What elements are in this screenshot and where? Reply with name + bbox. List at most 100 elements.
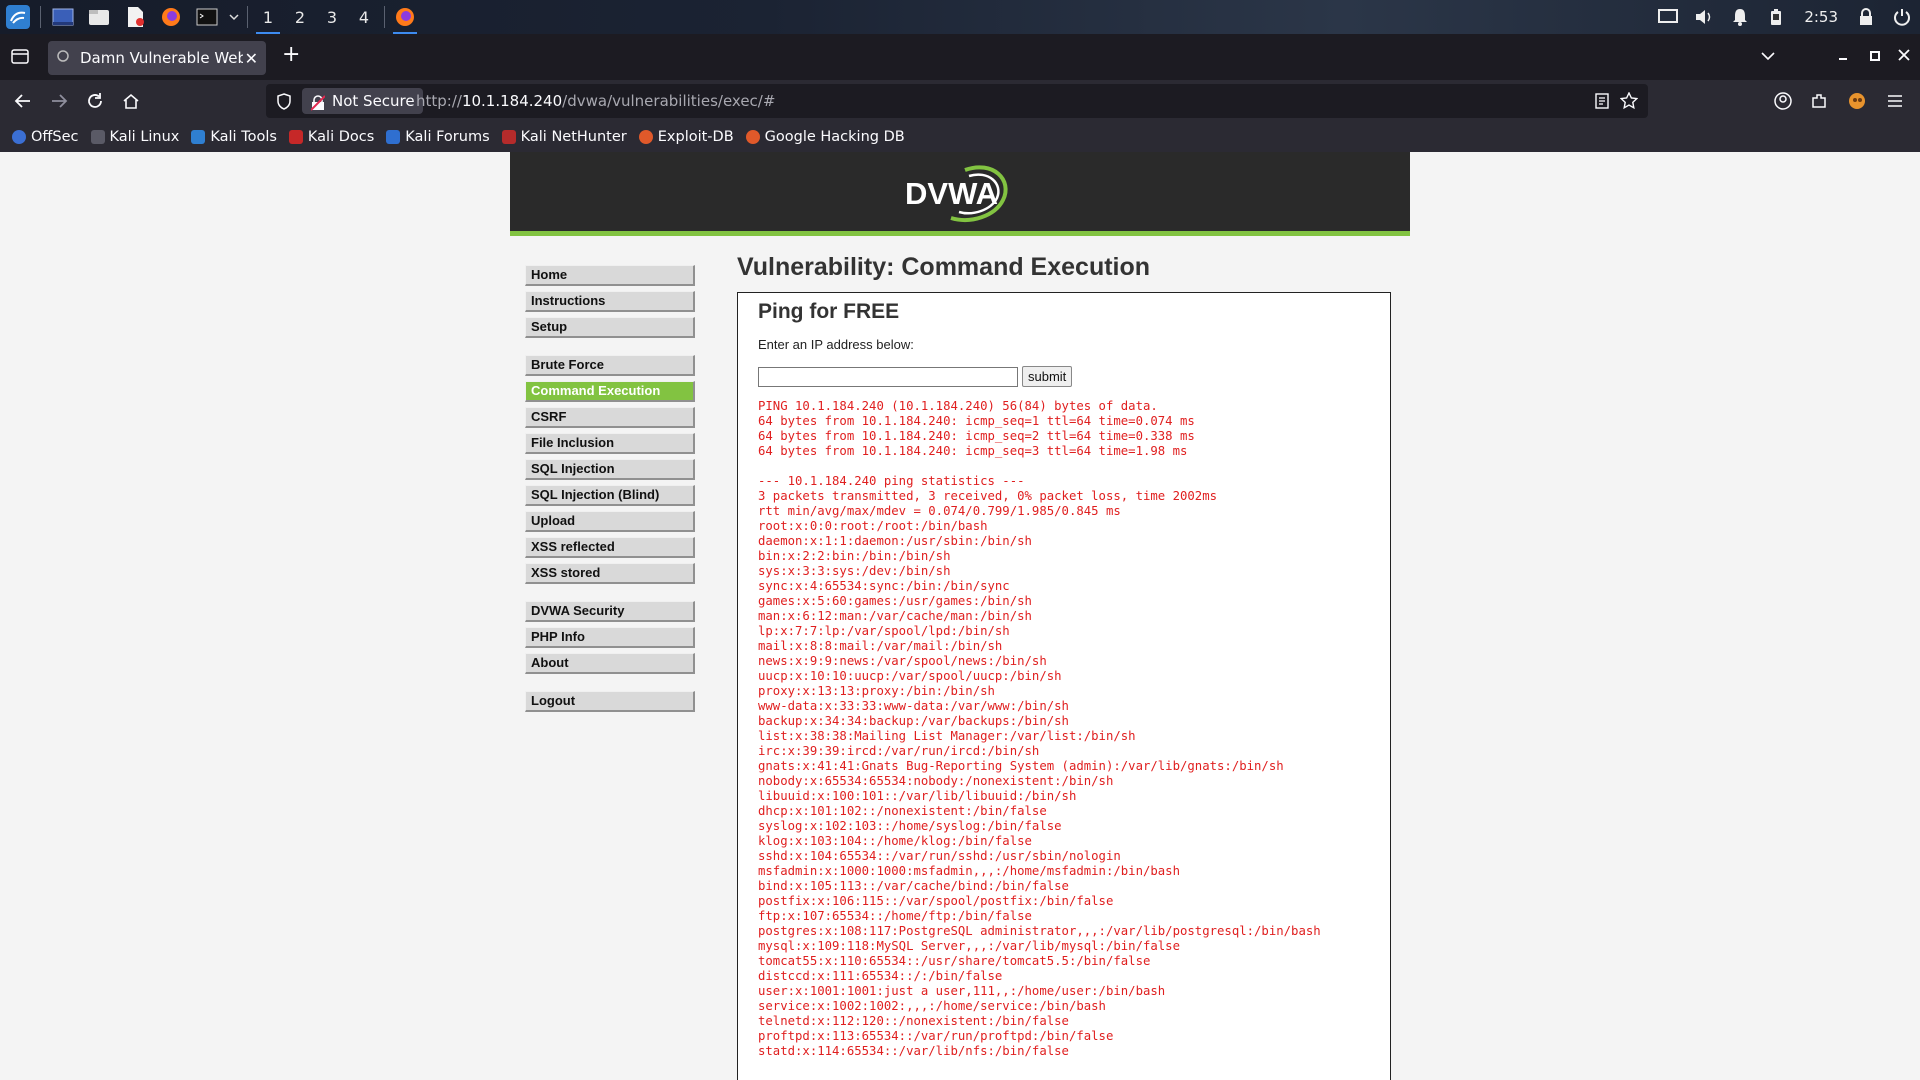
new-tab-icon[interactable]: + xyxy=(282,44,300,66)
terminal-icon[interactable] xyxy=(189,0,225,34)
tab-overview-icon[interactable] xyxy=(10,47,30,69)
bookmark-kali-tools[interactable]: Kali Tools xyxy=(191,129,277,145)
tab-dvwa[interactable]: Damn Vulnerable Web Ap ✕ xyxy=(48,41,266,75)
bookmark-label: Kali Forums xyxy=(405,129,490,145)
menu-item-csrf[interactable]: CSRF xyxy=(525,407,695,428)
bookmark-offsec[interactable]: OffSec xyxy=(12,129,79,145)
tab-favicon-icon xyxy=(56,49,70,67)
page-title: Vulnerability: Command Execution xyxy=(737,253,1151,281)
home-icon[interactable] xyxy=(117,87,145,115)
menu-item-command-execution[interactable]: Command Execution xyxy=(525,381,695,402)
url-path: /dvwa/vulnerabilities/exec/# xyxy=(562,92,776,110)
battery-icon[interactable] xyxy=(1758,0,1794,34)
dvwa-header: DVWA xyxy=(510,152,1410,236)
menu-item-sql-injection[interactable]: SQL Injection xyxy=(525,459,695,480)
submit-button[interactable]: submit xyxy=(1022,366,1073,387)
file-manager-icon[interactable] xyxy=(81,0,117,34)
clock[interactable]: 2:53 xyxy=(1794,8,1848,26)
url-host: 10.1.184.240 xyxy=(461,92,563,110)
back-arrow-icon[interactable] xyxy=(9,87,37,115)
menu-item-home[interactable]: Home xyxy=(525,265,695,286)
notifications-icon[interactable] xyxy=(1722,0,1758,34)
bookmark-kali-forums[interactable]: Kali Forums xyxy=(386,129,490,145)
svg-text:DVWA: DVWA xyxy=(905,176,998,211)
list-all-tabs-icon[interactable] xyxy=(1761,47,1775,65)
menu-item-upload[interactable]: Upload xyxy=(525,511,695,532)
menu-item-file-inclusion[interactable]: File Inclusion xyxy=(525,433,695,454)
bookmarks-toolbar: OffSec Kali Linux Kali Tools Kali Docs K… xyxy=(0,122,1920,152)
command-output: PING 10.1.184.240 (10.1.184.240) 56(84) … xyxy=(758,399,1321,1058)
tracking-protection-shield-icon[interactable] xyxy=(276,93,292,114)
dvwa-main-body: Vulnerability: Command Execution Ping fo… xyxy=(737,252,1393,1080)
menu-item-php-info[interactable]: PHP Info xyxy=(525,627,695,648)
bookmark-kali-linux[interactable]: Kali Linux xyxy=(90,129,180,145)
lock-screen-icon[interactable] xyxy=(1848,0,1884,34)
offsec-icon xyxy=(12,130,26,144)
bookmark-star-icon[interactable] xyxy=(1619,91,1639,114)
reload-icon[interactable] xyxy=(81,87,109,115)
kali-tools-icon xyxy=(191,130,206,144)
reader-view-icon[interactable] xyxy=(1594,93,1610,113)
hamburger-menu-icon[interactable] xyxy=(1881,87,1909,115)
text-editor-icon[interactable] xyxy=(117,0,153,34)
maximize-window-icon[interactable] xyxy=(1870,47,1880,65)
kali-linux-icon xyxy=(90,130,105,144)
section-title: Ping for FREE xyxy=(758,300,900,323)
not-secure-indicator[interactable]: Not Secure xyxy=(302,88,423,114)
page-viewport: DVWA Home Instructions Setup Brute Force… xyxy=(0,152,1920,1080)
menu-group-main: Home Instructions Setup xyxy=(525,265,695,338)
kali-menu-icon[interactable] xyxy=(0,0,36,34)
vulnerable-code-area: Ping for FREE Enter an IP address below:… xyxy=(737,292,1391,1080)
dvwa-logo: DVWA xyxy=(903,162,1013,226)
show-desktop-icon[interactable] xyxy=(45,0,81,34)
google-hacking-db-icon xyxy=(745,130,760,144)
bookmark-label: Kali Linux xyxy=(109,129,180,145)
bookmark-kali-nethunter[interactable]: Kali NetHunter xyxy=(501,129,627,145)
menu-item-about[interactable]: About xyxy=(525,653,695,674)
ip-address-input[interactable] xyxy=(758,366,1018,387)
display-icon[interactable] xyxy=(1650,0,1686,34)
menu-item-setup[interactable]: Setup xyxy=(525,317,695,338)
forward-arrow-icon[interactable] xyxy=(45,87,73,115)
dvwa-container: DVWA Home Instructions Setup Brute Force… xyxy=(510,152,1410,1080)
workspace-3[interactable]: 3 xyxy=(316,0,348,34)
bookmark-exploit-db[interactable]: Exploit-DB xyxy=(638,129,734,145)
browser-navigation-bar: Not Secure http://10.1.184.240/dvwa/vuln… xyxy=(0,80,1920,122)
power-icon[interactable] xyxy=(1884,0,1920,34)
menu-item-logout[interactable]: Logout xyxy=(525,691,695,712)
url-bar[interactable]: Not Secure http://10.1.184.240/dvwa/vuln… xyxy=(266,84,1648,118)
minimize-window-icon[interactable] xyxy=(1838,47,1848,65)
bookmark-google-hacking-db[interactable]: Google Hacking DB xyxy=(745,129,905,145)
url-text[interactable]: http://10.1.184.240/dvwa/vulnerabilities… xyxy=(416,84,775,118)
extensions-icon[interactable] xyxy=(1805,87,1833,115)
bookmark-kali-docs[interactable]: Kali Docs xyxy=(288,129,374,145)
taskbar-separator xyxy=(247,6,248,28)
workspace-4[interactable]: 4 xyxy=(348,0,380,34)
taskbar-separator xyxy=(384,6,385,28)
account-icon[interactable] xyxy=(1769,87,1797,115)
volume-icon[interactable] xyxy=(1686,0,1722,34)
bookmark-label: Kali NetHunter xyxy=(520,129,627,145)
menu-item-dvwa-security[interactable]: DVWA Security xyxy=(525,601,695,622)
kali-nethunter-icon xyxy=(501,130,516,144)
workspace-2[interactable]: 2 xyxy=(284,0,316,34)
menu-item-xss-stored[interactable]: XSS stored xyxy=(525,563,695,584)
workspace-1[interactable]: 1 xyxy=(252,0,284,34)
tab-title: Damn Vulnerable Web Ap xyxy=(80,49,243,67)
firefox-launcher-icon[interactable] xyxy=(153,0,189,34)
chevron-down-icon[interactable] xyxy=(225,0,243,34)
browser-tab-bar: Damn Vulnerable Web Ap ✕ + xyxy=(0,34,1920,80)
firefox-window-button[interactable] xyxy=(389,0,421,34)
menu-item-xss-reflected[interactable]: XSS reflected xyxy=(525,537,695,558)
menu-group-vulnerabilities: Brute Force Command Execution CSRF File … xyxy=(525,355,695,584)
close-tab-icon[interactable]: ✕ xyxy=(245,49,258,68)
insecure-lock-icon xyxy=(310,93,326,119)
close-window-icon[interactable] xyxy=(1898,47,1910,65)
ping-form: submit xyxy=(758,366,1370,387)
extension-addon-icon[interactable] xyxy=(1843,87,1871,115)
menu-item-brute-force[interactable]: Brute Force xyxy=(525,355,695,376)
bookmark-label: Exploit-DB xyxy=(657,129,734,145)
bookmark-label: Google Hacking DB xyxy=(764,129,905,145)
menu-item-sql-injection-blind[interactable]: SQL Injection (Blind) xyxy=(525,485,695,506)
menu-item-instructions[interactable]: Instructions xyxy=(525,291,695,312)
